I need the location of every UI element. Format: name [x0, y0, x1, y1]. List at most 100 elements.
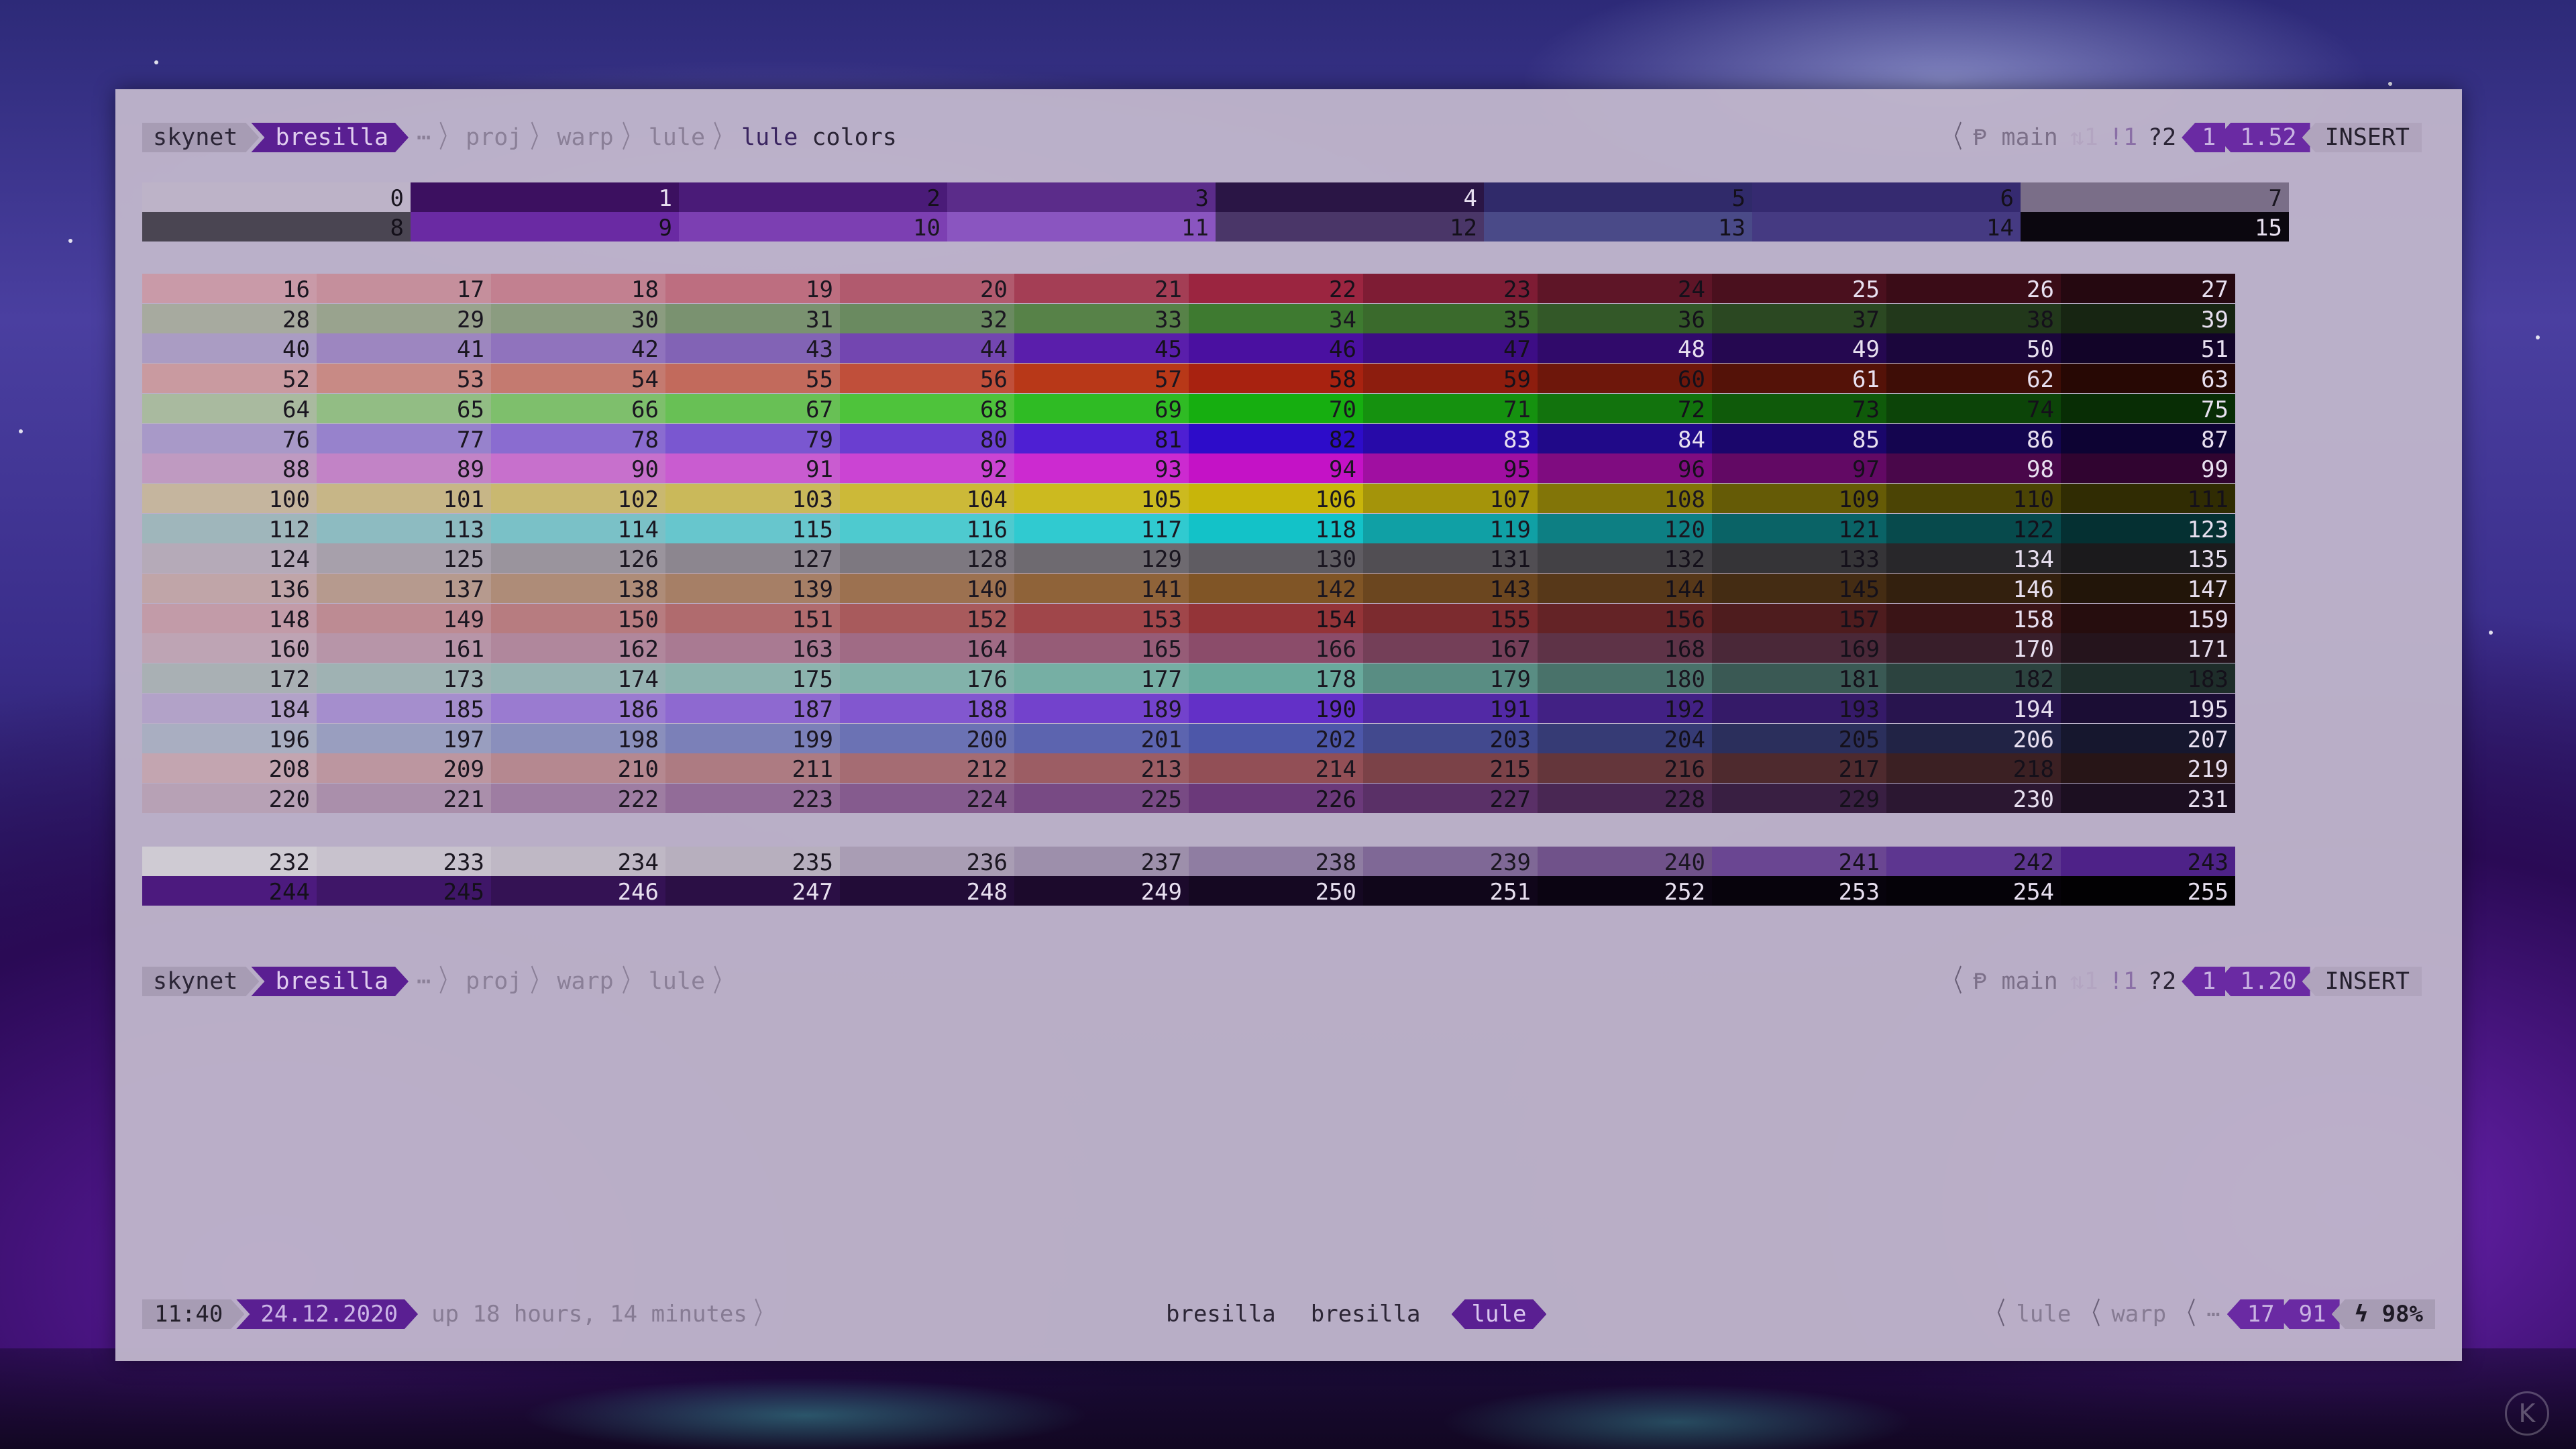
- color-swatch: 239: [1363, 847, 1538, 876]
- color-swatch: 221: [317, 783, 491, 813]
- color-swatch: 103: [665, 483, 840, 513]
- color-swatch: 218: [1886, 753, 2061, 784]
- color-swatch: 48: [1538, 333, 1712, 364]
- color-swatch: 54: [491, 364, 665, 394]
- color-swatch: 155: [1363, 603, 1538, 633]
- chevron-left-icon: 〈: [1943, 963, 1963, 999]
- color-swatch: 24: [1538, 274, 1712, 303]
- color-swatch: 64: [142, 393, 317, 423]
- window-tab[interactable]: bresilla: [1293, 1299, 1438, 1329]
- color-swatch: 112: [142, 513, 317, 543]
- color-swatch: 120: [1538, 513, 1712, 543]
- color-swatch: 154: [1189, 603, 1363, 633]
- color-swatch: 35: [1363, 303, 1538, 333]
- color-swatch: 84: [1538, 423, 1712, 453]
- color-swatch: 185: [317, 693, 491, 723]
- color-swatch: 225: [1014, 783, 1189, 813]
- color-swatch: 142: [1189, 574, 1363, 603]
- chevron-right-icon: 〉: [439, 963, 458, 999]
- color-swatch: 46: [1189, 333, 1363, 364]
- color-swatch: 244: [142, 876, 317, 906]
- color-swatch: 237: [1014, 847, 1189, 876]
- color-swatch: 163: [665, 633, 840, 663]
- color-swatch: 191: [1363, 693, 1538, 723]
- path-segment: warp: [557, 124, 614, 151]
- color-swatch: 179: [1363, 663, 1538, 694]
- color-swatch: 79: [665, 423, 840, 453]
- color-swatch: 17: [317, 274, 491, 303]
- window-tab-active[interactable]: lule: [1452, 1299, 1547, 1329]
- color-swatch: 198: [491, 723, 665, 753]
- color-swatch: 10: [679, 212, 947, 241]
- path-segment: lule: [648, 968, 706, 995]
- color-swatch: 116: [840, 513, 1014, 543]
- color-swatch: 28: [142, 303, 317, 333]
- color-swatch: 72: [1538, 393, 1712, 423]
- color-swatch: 6: [1752, 182, 2021, 212]
- color-swatch: 0: [142, 182, 411, 212]
- color-swatch: 123: [2061, 513, 2235, 543]
- color-swatch: 161: [317, 633, 491, 663]
- color-swatch: 125: [317, 543, 491, 574]
- color-cube-row: 196 197 198 199 200 201 202 203 204 205 206 207: [142, 723, 2235, 753]
- color-cube-row: 28 29 30 31 32 33 34 35 36 37 38 39: [142, 303, 2235, 333]
- command-duration: 1.52: [2217, 123, 2310, 152]
- color-swatch: 140: [840, 574, 1014, 603]
- color-swatch: 245: [317, 876, 491, 906]
- color-swatch: 74: [1886, 393, 2061, 423]
- color-swatch: 213: [1014, 753, 1189, 784]
- color-swatch: 193: [1712, 693, 1886, 723]
- color-swatch: 76: [142, 423, 317, 453]
- color-swatch: 224: [840, 783, 1014, 813]
- color-swatch: 40: [142, 333, 317, 364]
- color-swatch: 127: [665, 543, 840, 574]
- color-swatch: 94: [1189, 453, 1363, 484]
- color-cube-row: 184 185 186 187 188 189 190 191 192 193 194 195: [142, 693, 2235, 723]
- color-swatch: 56: [840, 364, 1014, 394]
- command-duration: 1.20: [2217, 967, 2310, 996]
- color-swatch: 220: [142, 783, 317, 813]
- color-swatch: 99: [2061, 453, 2235, 484]
- prompt-host: skynet: [142, 967, 259, 996]
- color-swatch: 87: [2061, 423, 2235, 453]
- color-swatch: 189: [1014, 693, 1189, 723]
- color-cube-row: 112 113 114 115 116 117 118 119 120 121 122 123: [142, 513, 2235, 543]
- window-tab[interactable]: bresilla: [1148, 1299, 1293, 1329]
- color-swatch: 173: [317, 663, 491, 694]
- status-path-segment: lule: [2016, 1301, 2072, 1328]
- chevron-right-icon: 〉: [621, 963, 641, 999]
- color-swatch: 59: [1363, 364, 1538, 394]
- chevron-right-icon: 〉: [713, 963, 733, 999]
- git-sync-status: ⇅1: [2070, 968, 2098, 995]
- color-swatch: 254: [1886, 876, 2061, 906]
- prompt-user: bresilla: [251, 123, 409, 152]
- color-swatch: 249: [1014, 876, 1189, 906]
- color-swatch: 107: [1363, 483, 1538, 513]
- color-swatch: 11: [947, 212, 1216, 241]
- chevron-right-icon: 〉: [621, 119, 641, 155]
- color-swatch: 23: [1363, 274, 1538, 303]
- chevron-right-icon: 〉: [439, 119, 458, 155]
- color-swatch: 231: [2061, 783, 2235, 813]
- status-path-segment: warp: [2111, 1301, 2167, 1328]
- color-swatch: 251: [1363, 876, 1538, 906]
- color-swatch: 16: [142, 274, 317, 303]
- color-swatch: 121: [1712, 513, 1886, 543]
- color-swatch: 52: [142, 364, 317, 394]
- color-swatch: 180: [1538, 663, 1712, 694]
- color-swatch: 100: [142, 483, 317, 513]
- color-swatch: 195: [2061, 693, 2235, 723]
- terminal-window[interactable]: skynet bresilla ⋯ 〉 proj 〉 warp 〉 lule 〉…: [115, 89, 2462, 1361]
- color-swatch: 15: [2021, 212, 2289, 241]
- color-swatch: 226: [1189, 783, 1363, 813]
- color-swatch: 69: [1014, 393, 1189, 423]
- color-swatch: 55: [665, 364, 840, 394]
- command-arg: colors: [812, 124, 897, 151]
- color-swatch: 192: [1538, 693, 1712, 723]
- color-swatch: 167: [1363, 633, 1538, 663]
- color-swatch: 178: [1189, 663, 1363, 694]
- path-ellipsis: ⋯: [417, 968, 431, 995]
- color-swatch: 14: [1752, 212, 2021, 241]
- color-cube-row: 172 173 174 175 176 177 178 179 180 181 182 183: [142, 663, 2235, 694]
- chevron-left-icon: 〈: [2177, 1295, 2196, 1332]
